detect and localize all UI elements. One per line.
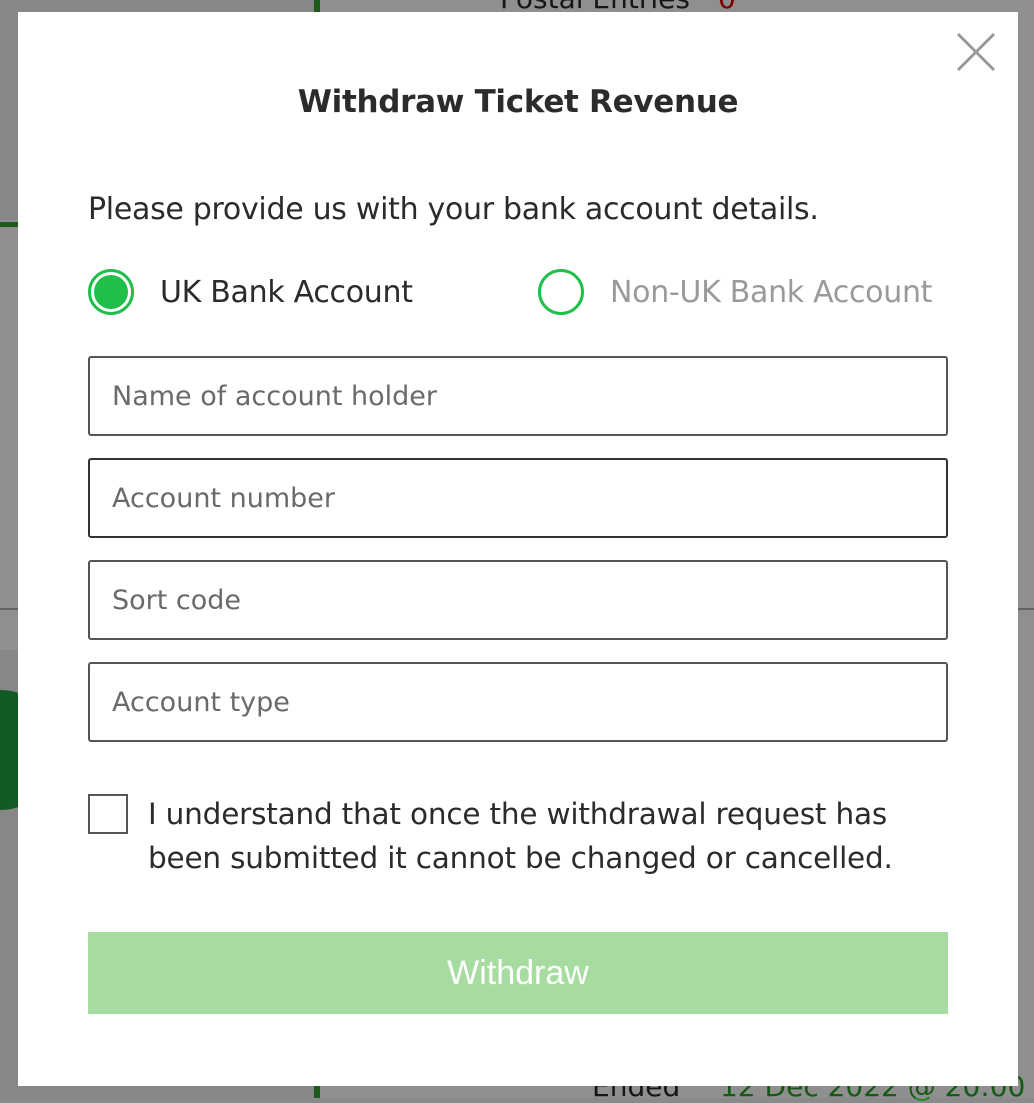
consent-text: I understand that once the withdrawal re… <box>148 797 893 875</box>
sort-code-field <box>88 560 948 640</box>
account-type-field <box>88 662 948 742</box>
modal-title: Withdraw Ticket Revenue <box>297 84 739 120</box>
account-number-field <box>88 458 948 538</box>
radio-dot <box>94 275 128 309</box>
radio-non-uk-bank-account[interactable]: Non-UK Bank Account <box>538 266 932 318</box>
radio-uk-label: UK Bank Account <box>160 274 413 310</box>
radio-selected-icon <box>88 269 134 315</box>
account-holder-field <box>88 356 948 436</box>
radio-non-uk-label: Non-UK Bank Account <box>610 274 933 310</box>
consent-checkbox[interactable] <box>88 794 128 834</box>
sort-code-input[interactable] <box>90 562 946 638</box>
withdraw-button[interactable]: Withdraw <box>88 932 948 1014</box>
account-holder-input[interactable] <box>90 358 946 434</box>
close-button[interactable] <box>954 30 998 74</box>
account-number-input[interactable] <box>90 460 946 536</box>
withdraw-modal: Withdraw Ticket Revenue Please provide u… <box>18 12 1018 1086</box>
radio-uk-bank-account[interactable]: UK Bank Account <box>88 266 413 318</box>
close-icon <box>956 32 996 72</box>
radio-unselected-icon <box>538 269 584 315</box>
account-type-input[interactable] <box>90 664 946 740</box>
intro-text: Please provide us with your bank account… <box>88 192 819 227</box>
